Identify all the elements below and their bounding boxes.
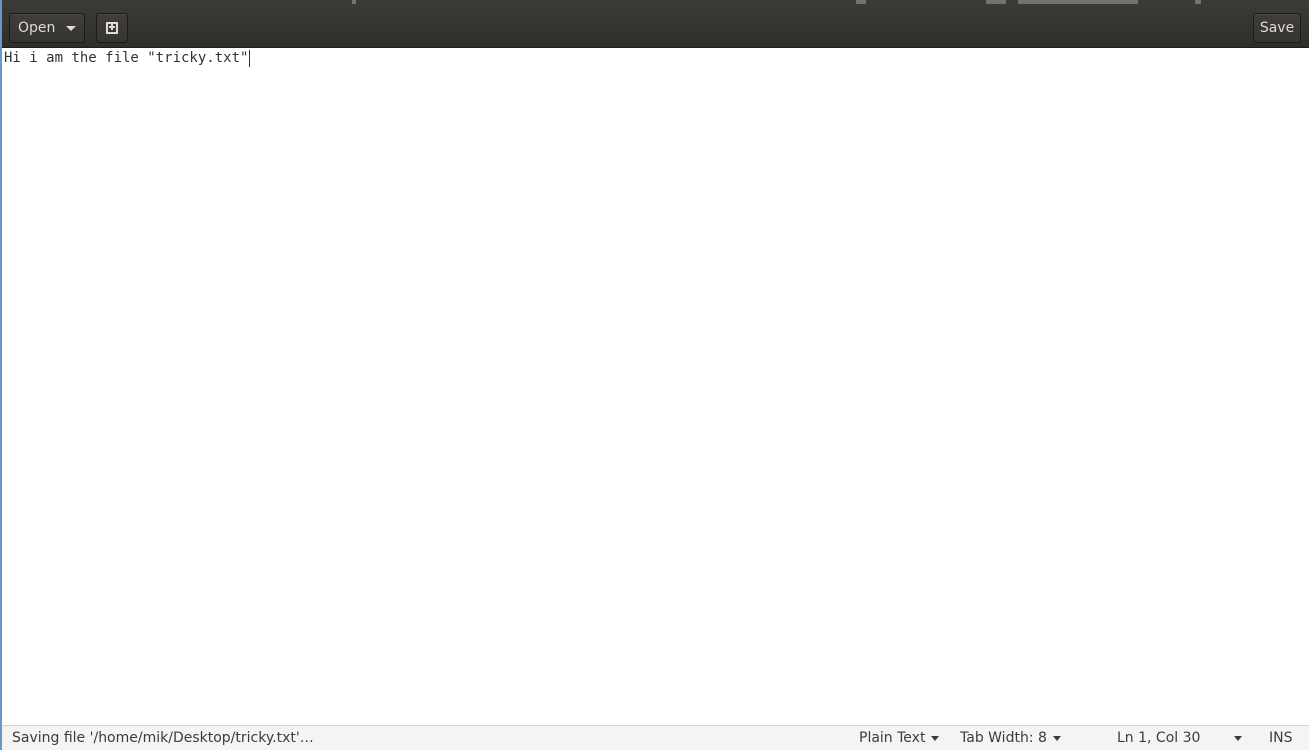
chevron-down-icon bbox=[1052, 735, 1061, 741]
editor-line-1[interactable]: Hi i am the file "tricky.txt" bbox=[4, 48, 251, 68]
language-selector[interactable]: Plain Text bbox=[859, 726, 940, 750]
save-button-label: Save bbox=[1259, 20, 1295, 36]
chevron-down-icon bbox=[931, 735, 940, 741]
save-button[interactable]: Save bbox=[1253, 13, 1301, 43]
window-left-edge bbox=[0, 0, 2, 750]
tab-width-selector[interactable]: Tab Width: 8 bbox=[960, 726, 1061, 750]
language-label: Plain Text bbox=[859, 730, 926, 746]
cursor-position-selector[interactable]: Ln 1, Col 30 bbox=[1117, 726, 1243, 750]
title-fragment bbox=[986, 0, 1006, 4]
insert-mode-indicator[interactable]: INS bbox=[1269, 726, 1293, 750]
new-tab-button[interactable] bbox=[96, 13, 128, 43]
open-button[interactable]: Open bbox=[9, 13, 85, 43]
cursor-position-label: Ln 1, Col 30 bbox=[1117, 730, 1201, 746]
text-editor-area[interactable]: Hi i am the file "tricky.txt" bbox=[2, 48, 1309, 725]
status-message-text: Saving file '/home/mik/Desktop/tricky.tx… bbox=[12, 730, 314, 746]
text-cursor bbox=[249, 49, 251, 67]
title-fragment bbox=[352, 0, 356, 4]
tab-width-label: Tab Width: 8 bbox=[960, 730, 1047, 746]
status-bar: Saving file '/home/mik/Desktop/tricky.tx… bbox=[0, 725, 1309, 750]
title-fragment bbox=[856, 0, 866, 4]
new-tab-icon bbox=[106, 22, 118, 34]
chevron-down-icon bbox=[66, 25, 76, 31]
chevron-down-icon bbox=[1234, 735, 1243, 741]
editor-line-text: Hi i am the file "tricky.txt" bbox=[4, 50, 249, 66]
header-bar: Open Save bbox=[0, 0, 1309, 48]
title-fragment bbox=[1018, 0, 1138, 4]
text-editor-window: Open Save Hi i am the file "tricky.txt" … bbox=[0, 0, 1309, 750]
status-message: Saving file '/home/mik/Desktop/tricky.tx… bbox=[12, 726, 314, 750]
insert-mode-label: INS bbox=[1269, 730, 1293, 746]
title-fragment bbox=[1195, 0, 1201, 4]
open-button-label: Open bbox=[18, 20, 56, 36]
